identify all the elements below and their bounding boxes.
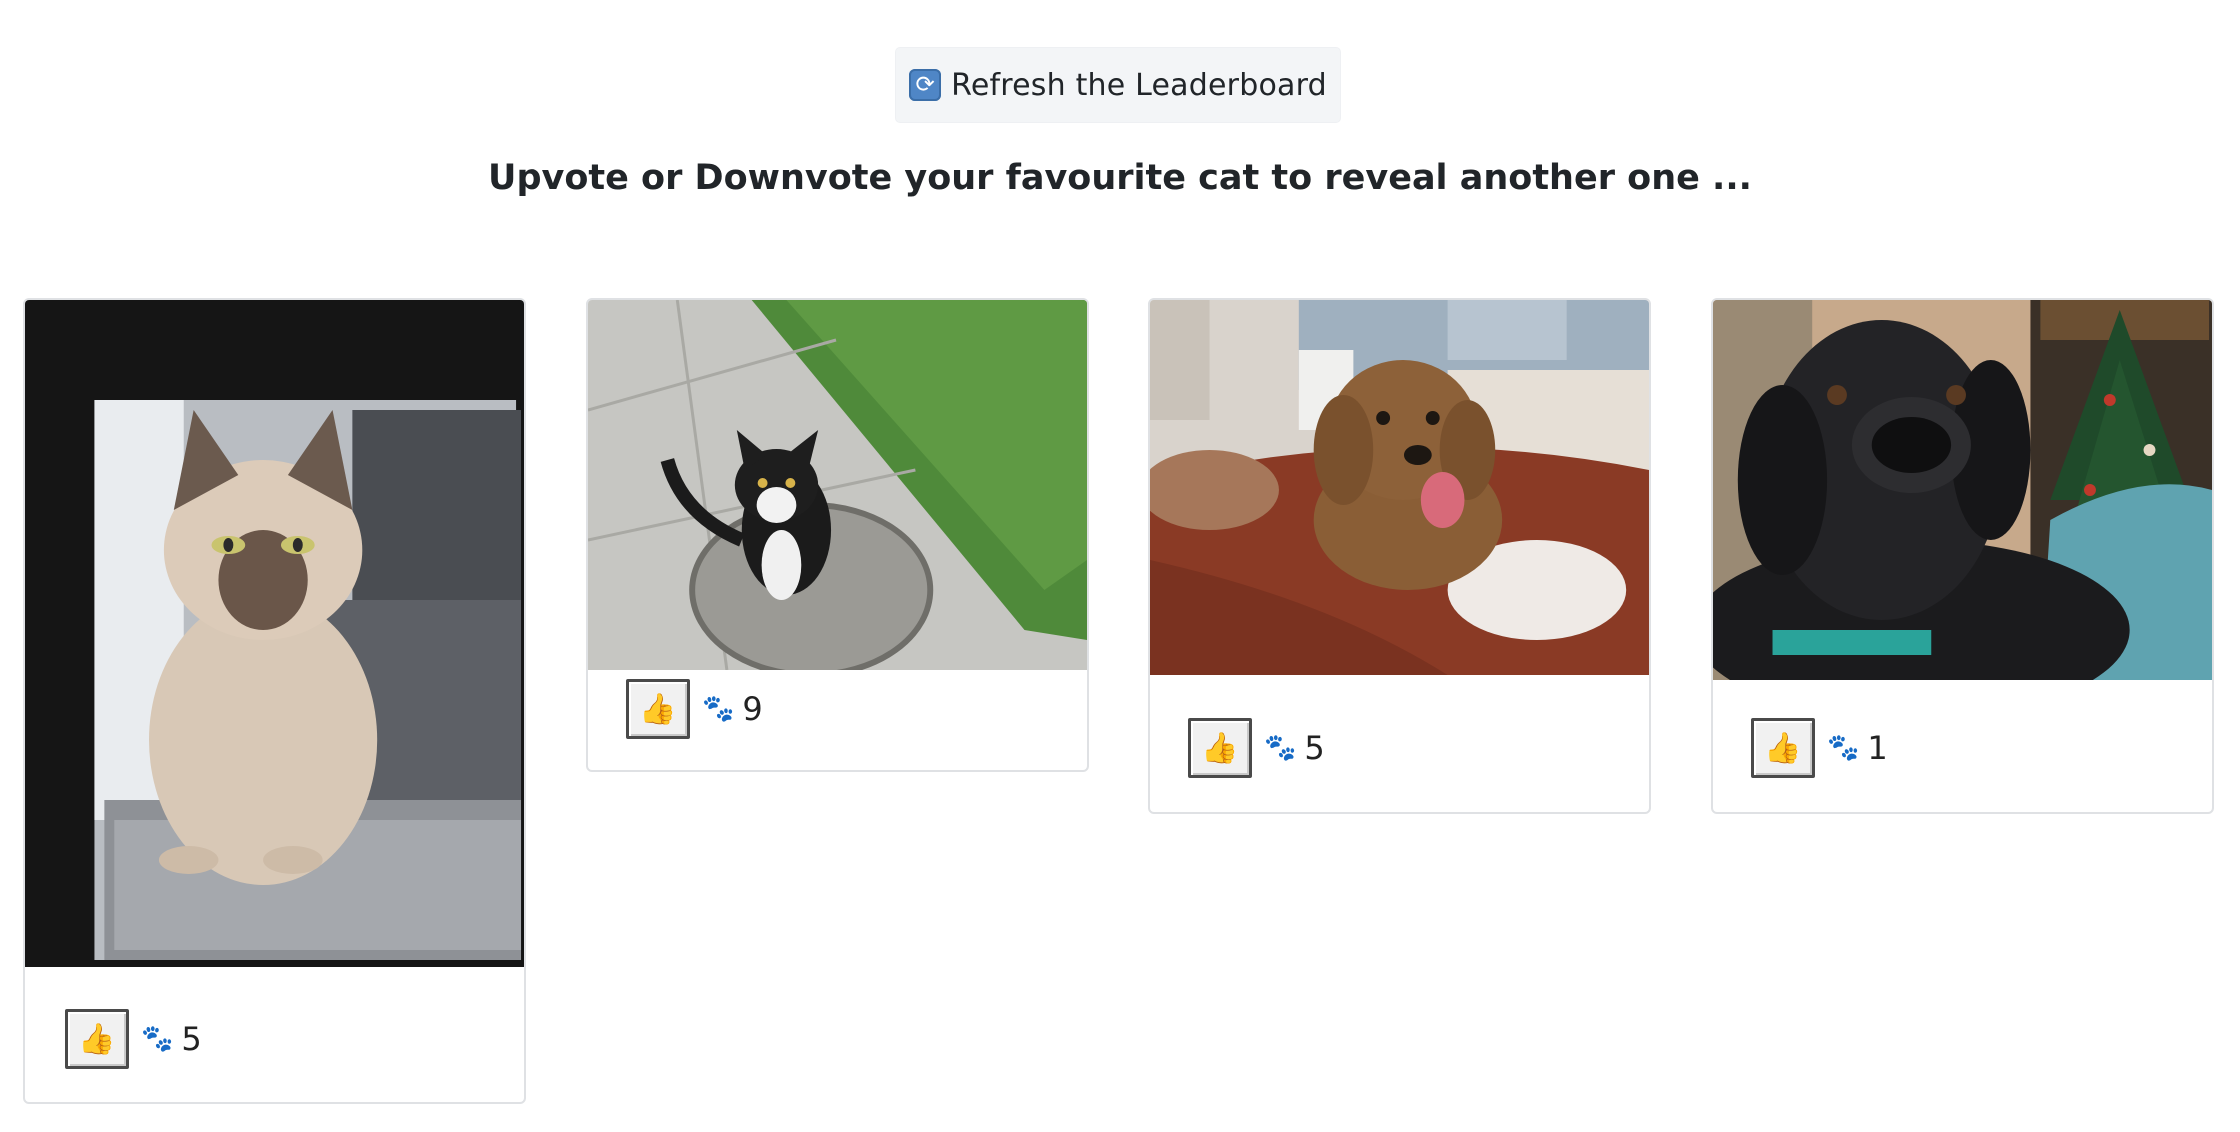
brown-puppy-photo	[1150, 300, 1649, 675]
pet-card: 👍 🐾 1	[1711, 298, 2214, 814]
refresh-leaderboard-label: Refresh the Leaderboard	[951, 67, 1327, 103]
vote-count: 1	[1867, 729, 1888, 767]
upvote-button[interactable]: 👍	[1751, 718, 1815, 778]
pet-photo[interactable]	[1713, 300, 2212, 680]
grumpy-siamese-cat-photo	[25, 300, 524, 967]
pet-card: 👍 🐾 5	[1148, 298, 1651, 814]
vote-count: 9	[742, 690, 763, 728]
pet-card: 👍 🐾 9	[586, 298, 1089, 772]
pet-photo[interactable]	[588, 300, 1087, 670]
refresh-icon: ⟳	[909, 69, 942, 101]
paw-icon: 🐾	[1264, 733, 1297, 763]
pet-photo[interactable]	[1150, 300, 1649, 675]
pet-photo[interactable]	[25, 300, 524, 967]
page-instruction: Upvote or Downvote your favourite cat to…	[488, 158, 1752, 198]
upvote-button[interactable]: 👍	[626, 679, 690, 739]
upvote-button[interactable]: 👍	[1188, 718, 1252, 778]
paw-icon: 🐾	[702, 694, 735, 724]
black-labrador-photo	[1713, 300, 2212, 680]
tuxedo-cat-photo	[588, 300, 1087, 670]
pet-card: 👍 🐾 5	[23, 298, 526, 1104]
paw-icon: 🐾	[1827, 733, 1860, 763]
refresh-leaderboard-button[interactable]: ⟳ Refresh the Leaderboard	[895, 47, 1341, 123]
upvote-button[interactable]: 👍	[65, 1009, 129, 1069]
vote-count: 5	[1304, 729, 1325, 767]
vote-count: 5	[181, 1020, 202, 1058]
paw-icon: 🐾	[141, 1024, 174, 1054]
